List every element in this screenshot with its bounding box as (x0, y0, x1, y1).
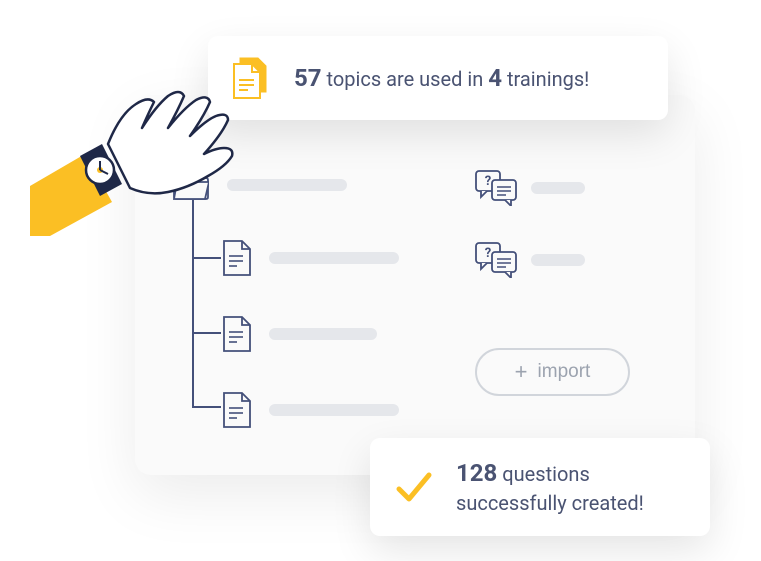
qa-row: ? (475, 242, 655, 278)
qa-list: ? ? (475, 170, 655, 314)
file-label-placeholder (269, 328, 377, 340)
file-row (223, 316, 453, 352)
topics-count: 57 (294, 64, 322, 92)
check-icon (394, 467, 434, 507)
file-row (223, 392, 453, 428)
topics-banner: 57 topics are used in 4 trainings! (208, 36, 668, 120)
qa-label-placeholder (531, 254, 585, 266)
file-row (223, 240, 453, 276)
topics-mid-text: topics are used in (327, 67, 484, 91)
plus-icon: + (515, 359, 528, 385)
success-line2: successfully created! (456, 491, 644, 515)
qa-row: ? (475, 170, 655, 206)
import-button-label: import (538, 361, 591, 383)
file-label-placeholder (269, 404, 399, 416)
document-icon (223, 316, 251, 352)
document-icon (223, 392, 251, 428)
import-button[interactable]: + import (475, 348, 630, 396)
qa-label-placeholder (531, 182, 585, 194)
svg-text:?: ? (485, 174, 491, 189)
questions-count: 128 (456, 459, 497, 487)
success-banner: 128 questions successfully created! (370, 438, 710, 536)
success-line1: questions (502, 462, 590, 486)
trainings-count: 4 (488, 64, 502, 92)
file-label-placeholder (269, 252, 399, 264)
svg-text:?: ? (485, 246, 491, 261)
folder-label-placeholder (227, 179, 347, 191)
chat-bubbles-icon: ? (475, 242, 517, 278)
chat-bubbles-icon: ? (475, 170, 517, 206)
topics-banner-text: 57 topics are used in 4 trainings! (294, 64, 589, 92)
hand-illustration (30, 66, 240, 236)
success-banner-text: 128 questions successfully created! (456, 457, 644, 516)
topics-tail-text: trainings! (507, 67, 589, 91)
document-icon (223, 240, 251, 276)
